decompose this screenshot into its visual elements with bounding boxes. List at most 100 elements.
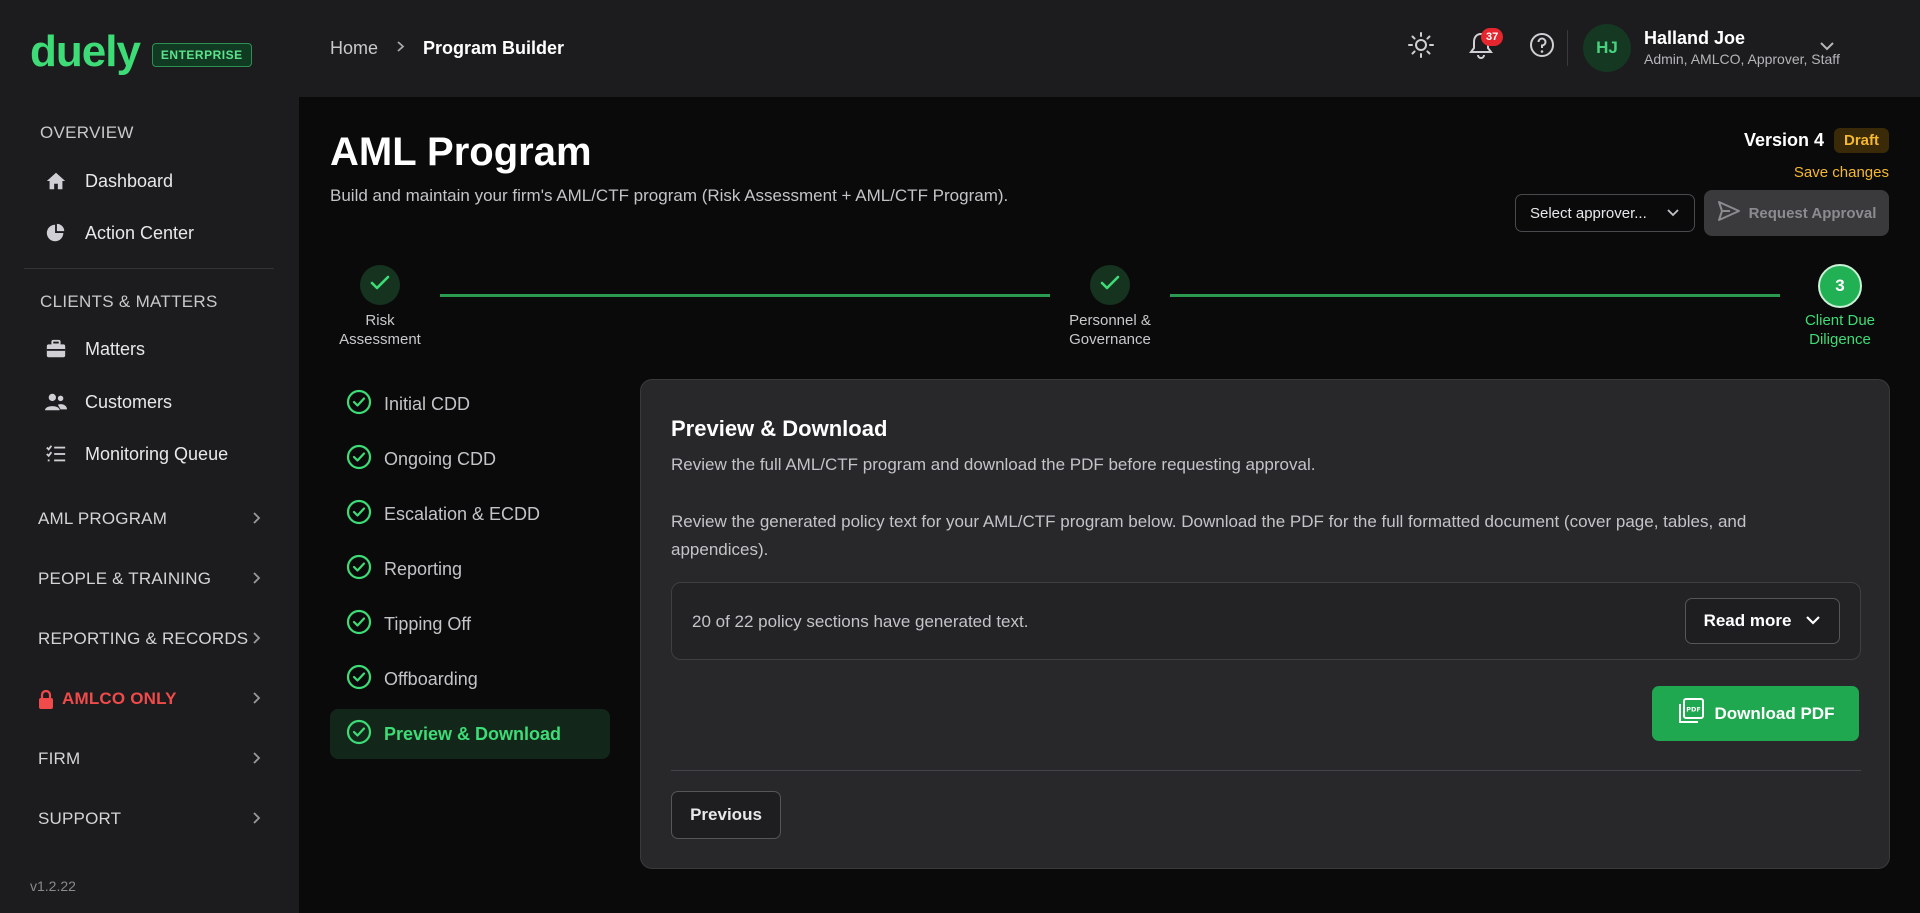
step-risk-assessment[interactable]: [360, 265, 400, 305]
section-item-label: Initial CDD: [384, 393, 471, 414]
sidebar-group-label: REPORTING & RECORDS: [38, 629, 249, 648]
sidebar-item-customers[interactable]: Customers: [44, 384, 274, 420]
previous-label: Previous: [690, 805, 762, 824]
pie-chart-icon: [44, 221, 68, 245]
step-label-line: Personnel &: [1069, 312, 1151, 329]
sidebar-group-label: PEOPLE & TRAINING: [38, 569, 212, 588]
help-circle-icon: [1528, 31, 1556, 64]
policy-status-text: 20 of 22 policy sections have generated …: [692, 612, 1029, 631]
notifications-button[interactable]: 37: [1464, 28, 1504, 64]
step-label-risk-assessment: Risk Assessment: [320, 311, 440, 349]
sidebar-group-amlco-only[interactable]: AMLCO ONLY: [38, 684, 262, 714]
step-client-due-diligence[interactable]: 3: [1818, 264, 1862, 308]
sidebar: duely ENTERPRISE OVERVIEW Dashboard Acti…: [0, 0, 299, 913]
chevron-right-icon: [252, 571, 262, 588]
check-icon: [370, 275, 390, 296]
section-item-label: Ongoing CDD: [384, 448, 497, 469]
check-icon: [1100, 275, 1120, 296]
section-item-label: Reporting: [384, 558, 463, 579]
sidebar-group-label: FIRM: [38, 749, 81, 768]
sun-icon: [1407, 31, 1435, 64]
sidebar-group-support[interactable]: SUPPORT: [38, 804, 262, 834]
chevron-right-icon: [252, 811, 262, 828]
sidebar-group-reporting-records[interactable]: REPORTING & RECORDS: [38, 624, 262, 654]
section-item-label: Tipping Off: [384, 613, 472, 634]
sidebar-item-label: Action Center: [85, 222, 195, 243]
user-roles: Admin, AMLCO, Approver, Staff: [1644, 51, 1840, 67]
sidebar-item-dashboard[interactable]: Dashboard: [44, 163, 274, 199]
enterprise-badge: ENTERPRISE: [151, 43, 252, 67]
step-label-line: Assessment: [339, 331, 421, 348]
brand-logo[interactable]: duely ENTERPRISE: [30, 30, 252, 74]
user-menu-chevron-down-icon[interactable]: [1819, 38, 1835, 56]
status-badge: Draft: [1833, 128, 1889, 153]
check-circle-icon: [346, 719, 372, 750]
breadcrumb-separator-icon: [396, 40, 405, 58]
chevron-down-icon: [1805, 612, 1821, 630]
users-icon: [44, 390, 68, 414]
section-item-offboarding[interactable]: Offboarding: [330, 654, 610, 704]
card-divider: [671, 770, 1861, 771]
section-item-label: Escalation & ECDD: [384, 503, 541, 524]
section-item-reporting[interactable]: Reporting: [330, 544, 610, 594]
previous-button[interactable]: Previous: [671, 791, 781, 839]
avatar[interactable]: HJ: [1583, 24, 1631, 72]
version-label: Version 4: [1743, 130, 1824, 150]
section-item-initial-cdd[interactable]: Initial CDD: [330, 379, 610, 429]
sidebar-group-aml-program[interactable]: AML PROGRAM: [38, 504, 262, 534]
theme-toggle-button[interactable]: [1404, 30, 1438, 64]
step-personnel-governance[interactable]: [1090, 265, 1130, 305]
step-label-personnel-governance: Personnel & Governance: [1040, 311, 1180, 349]
sidebar-item-matters[interactable]: Matters: [44, 331, 274, 367]
card-description: Review the generated policy text for you…: [671, 512, 1747, 559]
check-circle-icon: [346, 664, 372, 695]
read-more-label: Read more: [1703, 611, 1792, 630]
section-item-tipping-off[interactable]: Tipping Off: [330, 599, 610, 649]
policy-status-box: 20 of 22 policy sections have generated …: [671, 582, 1861, 660]
sidebar-group-firm[interactable]: FIRM: [38, 744, 262, 774]
section-item-preview-download[interactable]: Preview & Download: [330, 709, 610, 759]
check-circle-icon: [346, 499, 372, 530]
preview-download-card: Preview & Download Review the full AML/C…: [640, 379, 1890, 869]
step-label-line: Risk: [365, 312, 395, 329]
stepper-connector: [440, 294, 1050, 297]
stepper-connector: [1170, 294, 1780, 297]
read-more-button[interactable]: Read more: [1685, 598, 1840, 644]
download-pdf-button[interactable]: PDF Download PDF: [1652, 686, 1859, 741]
sidebar-group-label: AML PROGRAM: [38, 509, 168, 528]
approver-select[interactable]: Select approver...: [1515, 194, 1695, 232]
breadcrumb-home[interactable]: Home: [330, 38, 378, 59]
chevron-right-icon: [252, 751, 262, 768]
send-icon: [1717, 200, 1741, 227]
page-title: AML Program: [330, 130, 592, 174]
sidebar-item-label: Monitoring Queue: [85, 443, 229, 464]
section-item-label: Offboarding: [384, 668, 478, 689]
notification-count-badge: 37: [1481, 28, 1504, 46]
request-approval-button[interactable]: Request Approval: [1704, 190, 1889, 236]
topbar-divider: [1567, 30, 1568, 66]
page-subtitle: Build and maintain your firm's AML/CTF p…: [330, 186, 1009, 205]
check-circle-icon: [346, 389, 372, 420]
sidebar-item-action-center[interactable]: Action Center: [44, 215, 274, 251]
section-item-escalation-ecdd[interactable]: Escalation & ECDD: [330, 489, 610, 539]
breadcrumb-current: Program Builder: [423, 38, 565, 58]
list-check-icon: [44, 442, 68, 466]
clients-section-label: CLIENTS & MATTERS: [40, 292, 218, 311]
sidebar-item-monitoring-queue[interactable]: Monitoring Queue: [44, 436, 274, 472]
sidebar-item-label: Customers: [85, 391, 173, 412]
lock-icon: [38, 689, 54, 709]
section-item-ongoing-cdd[interactable]: Ongoing CDD: [330, 434, 610, 484]
sidebar-group-people-training[interactable]: PEOPLE & TRAINING: [38, 564, 262, 594]
chevron-right-icon: [252, 631, 262, 648]
sidebar-item-label: Dashboard: [85, 170, 174, 191]
step-label-line: Governance: [1069, 331, 1151, 348]
check-circle-icon: [346, 609, 372, 640]
help-button[interactable]: [1525, 30, 1559, 64]
step-label-client-due-diligence: Client Due Diligence: [1780, 311, 1900, 349]
sidebar-group-title: AMLCO ONLY: [38, 689, 177, 709]
chevron-right-icon: [252, 511, 262, 528]
home-icon: [44, 169, 68, 193]
user-name: Halland Joe: [1644, 28, 1746, 48]
step-label-line: Client Due: [1804, 312, 1876, 329]
save-changes-link[interactable]: Save changes: [1794, 164, 1889, 181]
